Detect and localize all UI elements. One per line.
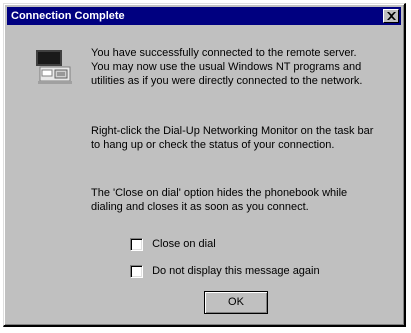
do-not-display-label[interactable]: Do not display this message again [152, 263, 320, 279]
connection-complete-dialog: Connection Complete You have successfull… [3, 3, 406, 327]
do-not-display-checkbox[interactable] [130, 264, 143, 278]
close-on-dial-explanation: The 'Close on dial' option hides the pho… [91, 187, 348, 213]
close-icon [387, 12, 396, 20]
monitor-instructions: Right-click the Dial-Up Networking Monit… [91, 125, 374, 151]
ok-button[interactable]: OK [204, 291, 268, 314]
success-message: You have successfully connected to the r… [91, 47, 363, 87]
window-title: Connection Complete [11, 10, 125, 22]
close-on-dial-label[interactable]: Close on dial [152, 236, 216, 252]
network-connection-icon [34, 48, 74, 88]
do-not-display-option[interactable]: Do not display this message again [130, 263, 320, 279]
close-button[interactable] [383, 9, 399, 23]
title-bar[interactable]: Connection Complete [7, 7, 401, 25]
close-on-dial-checkbox[interactable] [130, 237, 143, 251]
close-on-dial-option[interactable]: Close on dial [130, 236, 216, 252]
